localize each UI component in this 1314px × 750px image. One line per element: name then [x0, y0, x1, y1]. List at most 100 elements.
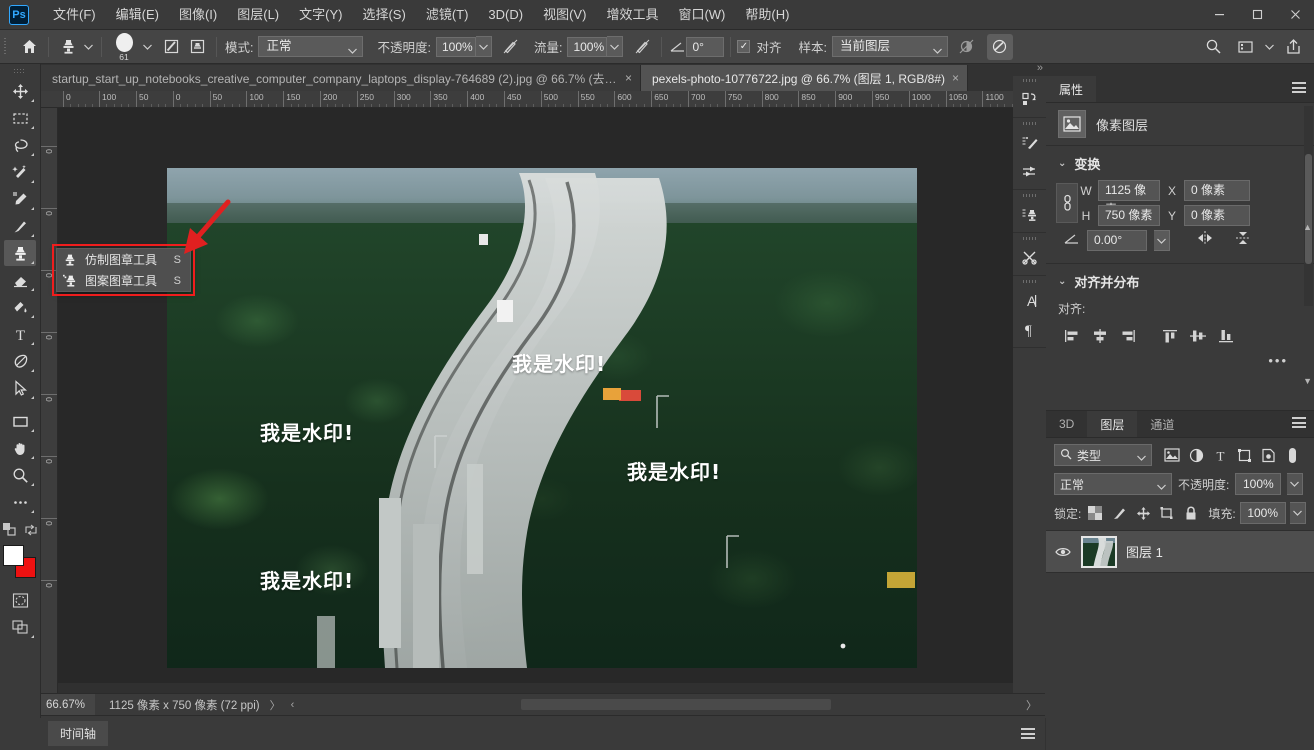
- brush-settings-panel-icon[interactable]: [1013, 128, 1046, 157]
- timeline-panel-menu-icon[interactable]: [1021, 728, 1035, 742]
- menu-window[interactable]: 窗口(W): [668, 0, 735, 30]
- foreground-color-swatch[interactable]: [3, 545, 24, 566]
- layer-visibility-icon[interactable]: [1054, 546, 1072, 558]
- flyout-item-clone-stamp[interactable]: 仿制图章工具 S: [57, 249, 190, 270]
- tab-properties[interactable]: 属性: [1046, 76, 1097, 102]
- flow-stepper[interactable]: [607, 36, 624, 57]
- clone-source-icon[interactable]: [184, 34, 210, 60]
- rotation-input[interactable]: 0.00°: [1087, 230, 1147, 251]
- eraser-tool[interactable]: [4, 267, 36, 293]
- tool-preset-chevron-icon[interactable]: [81, 34, 95, 60]
- menu-file[interactable]: 文件(F): [43, 0, 106, 30]
- sample-select[interactable]: 当前图层: [831, 36, 948, 57]
- clone-source-panel-icon[interactable]: [1013, 200, 1046, 229]
- screen-mode-icon[interactable]: [4, 614, 36, 640]
- menu-3d[interactable]: 3D(D): [478, 0, 533, 30]
- ignore-adjustment-icon[interactable]: [954, 34, 980, 60]
- properties-panel-scrollbar[interactable]: [1304, 106, 1313, 306]
- chevron-down-icon[interactable]: ⌄: [1058, 158, 1066, 169]
- lock-all-icon[interactable]: [1181, 503, 1201, 523]
- layer-row[interactable]: 图层 1: [1046, 531, 1314, 573]
- x-input[interactable]: 0 像素: [1184, 180, 1250, 201]
- workspace-icon[interactable]: [1232, 34, 1258, 60]
- filter-type-icon[interactable]: T: [1208, 444, 1232, 466]
- rail-grip[interactable]: [1013, 76, 1046, 85]
- layer-opacity-stepper[interactable]: [1287, 473, 1304, 495]
- document-tab-2[interactable]: pexels-photo-10776722.jpg @ 66.7% (图层 1,…: [641, 65, 969, 91]
- shape-tool[interactable]: [4, 408, 36, 434]
- color-swatches[interactable]: [3, 545, 37, 579]
- menu-type[interactable]: 文字(Y): [289, 0, 352, 30]
- paragraph-panel-icon[interactable]: ¶: [1013, 315, 1046, 344]
- lock-artboard-icon[interactable]: [1157, 503, 1177, 523]
- canvas-horizontal-scrollbar[interactable]: [58, 683, 1036, 693]
- blend-mode-select[interactable]: 正常: [258, 36, 364, 57]
- maximize-button[interactable]: [1238, 0, 1276, 28]
- rotation-stepper[interactable]: [1154, 230, 1170, 251]
- brush-preview[interactable]: 61: [108, 31, 140, 63]
- image-canvas[interactable]: 我是水印! 我是水印! 我是水印! 我是水印!: [167, 168, 917, 668]
- adjustments-panel-icon[interactable]: [1013, 243, 1046, 272]
- menu-image[interactable]: 图像(I): [169, 0, 227, 30]
- aligned-checkbox[interactable]: ✓: [737, 40, 751, 53]
- swap-colors-icon[interactable]: [24, 523, 38, 542]
- status-right-arrow-icon[interactable]: 〉: [1026, 697, 1037, 713]
- align-section-title-row[interactable]: ⌄ 对齐并分布: [1046, 272, 1314, 298]
- quick-mask-icon[interactable]: [4, 587, 36, 613]
- gradient-tool[interactable]: [4, 294, 36, 320]
- y-input[interactable]: 0 像素: [1184, 205, 1250, 226]
- layer-filter-select[interactable]: 类型: [1054, 444, 1152, 466]
- rail-grip[interactable]: [1013, 119, 1046, 128]
- options-bar-grip[interactable]: [0, 30, 10, 64]
- libraries-icon[interactable]: [1013, 85, 1046, 114]
- flow-input[interactable]: 100%: [567, 36, 608, 57]
- healing-brush-tool[interactable]: [4, 213, 36, 239]
- rail-grip[interactable]: [1013, 234, 1046, 243]
- status-scrubber[interactable]: [521, 699, 831, 710]
- lock-transparency-icon[interactable]: [1085, 503, 1105, 523]
- opacity-pressure-icon[interactable]: [498, 34, 524, 60]
- pen-tool[interactable]: [4, 348, 36, 374]
- height-input[interactable]: 750 像素: [1098, 205, 1160, 226]
- brush-settings-icon[interactable]: [158, 34, 184, 60]
- zoom-tool[interactable]: [4, 462, 36, 488]
- tab-layers[interactable]: 图层: [1087, 411, 1138, 437]
- properties-scroll-up-icon[interactable]: ▲: [1303, 222, 1312, 232]
- menu-plugins[interactable]: 增效工具: [596, 0, 668, 30]
- document-tab-2-close-icon[interactable]: ×: [952, 71, 959, 85]
- link-wh-button[interactable]: [1056, 183, 1078, 223]
- filter-toggle-icon[interactable]: [1280, 444, 1304, 466]
- zoom-level-input[interactable]: 66.67%: [41, 693, 95, 716]
- lock-image-icon[interactable]: [1109, 503, 1129, 523]
- share-icon[interactable]: [1280, 34, 1306, 60]
- menu-filter[interactable]: 滤镜(T): [416, 0, 479, 30]
- layer-opacity-value[interactable]: 100%: [1235, 473, 1282, 495]
- minimize-button[interactable]: [1200, 0, 1238, 28]
- layer-fill-stepper[interactable]: [1289, 502, 1306, 524]
- layer-thumbnail[interactable]: [1081, 535, 1117, 568]
- flip-horizontal-icon[interactable]: [1196, 230, 1214, 251]
- clone-stamp-icon[interactable]: [55, 34, 81, 60]
- flip-vertical-icon[interactable]: [1234, 230, 1252, 251]
- clone-stamp-flyout-menu[interactable]: 仿制图章工具 S 图案图章工具 S: [56, 248, 191, 292]
- filter-shape-icon[interactable]: [1232, 444, 1256, 466]
- tab-timeline[interactable]: 时间轴: [48, 721, 109, 746]
- align-left-icon[interactable]: [1058, 323, 1086, 349]
- clone-stamp-tool[interactable]: [4, 240, 36, 266]
- filter-smart-object-icon[interactable]: [1256, 444, 1280, 466]
- align-middle-vertical-icon[interactable]: [1184, 323, 1212, 349]
- marquee-tool[interactable]: [4, 105, 36, 131]
- document-viewport[interactable]: 我是水印! 我是水印! 我是水印! 我是水印!: [58, 108, 1036, 693]
- tools-panel-grip[interactable]: [0, 64, 40, 78]
- tab-channels[interactable]: 通道: [1137, 411, 1188, 437]
- width-input[interactable]: 1125 像素: [1098, 180, 1160, 216]
- menu-view[interactable]: 视图(V): [533, 0, 596, 30]
- align-bottom-icon[interactable]: [1212, 323, 1240, 349]
- align-top-icon[interactable]: [1156, 323, 1184, 349]
- angle-input[interactable]: 0°: [686, 36, 725, 57]
- align-center-horizontal-icon[interactable]: [1086, 323, 1114, 349]
- document-tab-1[interactable]: startup_start_up_notebooks_creative_comp…: [41, 65, 641, 91]
- opacity-stepper[interactable]: [475, 36, 492, 57]
- quick-select-tool[interactable]: [4, 159, 36, 185]
- hand-tool[interactable]: [4, 435, 36, 461]
